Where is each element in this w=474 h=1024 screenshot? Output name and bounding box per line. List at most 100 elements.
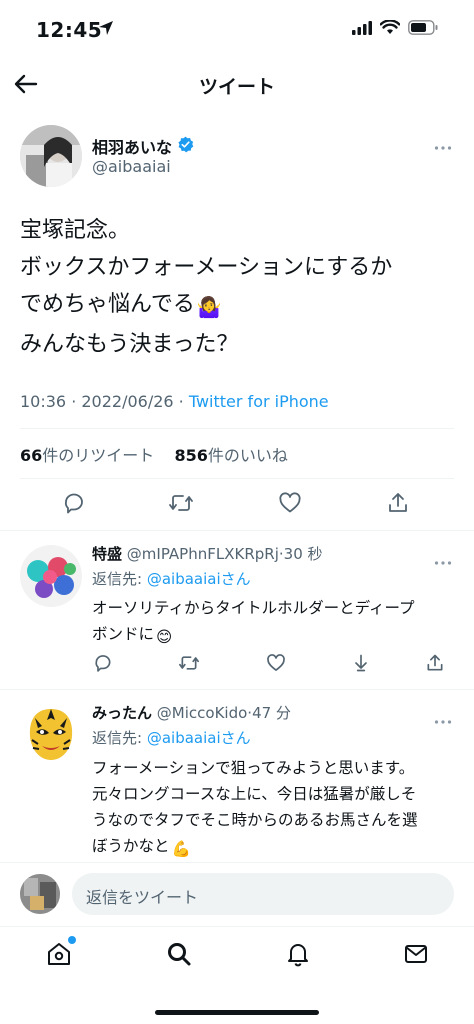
download-arrow-icon [355, 654, 367, 672]
heart-icon [267, 654, 285, 671]
reply-button[interactable] [92, 652, 114, 674]
retweet-button[interactable] [178, 652, 200, 674]
search-icon [168, 943, 191, 966]
reply-text-line: 元々ロングコースな上に、今日は猛暑が厳しそ [92, 785, 417, 803]
more-dots-icon [434, 146, 452, 150]
author-name-row[interactable]: 相羽あいな [92, 134, 194, 158]
like-count: 856 [174, 446, 208, 465]
status-icons [352, 19, 438, 39]
reply-tweet[interactable]: 特盛 @mIPAPhnFLXKRpRj·30 秒 返信先: @aibaaiaiさ… [0, 531, 474, 689]
tweet-source-link[interactable]: Twitter for iPhone [189, 392, 329, 411]
home-icon [48, 943, 70, 965]
tweet-stats: 66件のリツイート 856件のいいね [20, 442, 288, 466]
location-arrow-icon [98, 20, 114, 40]
reply-to-link[interactable]: @aibaaiaiさん [147, 570, 251, 588]
reply-author-handle[interactable]: @MiccoKido [157, 704, 247, 722]
reply-to-label: 返信先: [92, 570, 147, 588]
cellular-signal-icon [352, 20, 372, 39]
tab-search[interactable] [164, 939, 194, 969]
unmention-button[interactable] [350, 652, 372, 674]
tweet-text-line: ボックスかフォーメーションにするか [20, 255, 393, 280]
reply-icon [95, 655, 111, 672]
reply-avatar[interactable] [20, 704, 82, 766]
bottom-tab-bar [0, 926, 474, 1024]
reply-more-button[interactable] [434, 710, 452, 729]
reply-tweet[interactable]: みったん @MiccoKido·47 分 返信先: @aibaaiaiさん フォ… [0, 690, 474, 862]
status-time: 12:45 [36, 18, 103, 42]
share-button[interactable] [385, 490, 411, 516]
reply-author-name[interactable]: 特盛 [92, 545, 122, 563]
tab-notifications[interactable] [283, 939, 313, 969]
tweet-text: 宝塚記念。 ボックスかフォーメーションにするか でめちゃ悩んでる 🤷‍♀️ みんな… [20, 212, 460, 363]
retweet-label: 件のリツイート [42, 446, 155, 465]
tweet-text-line-body: でめちゃ悩んでる [20, 292, 195, 317]
share-icon [427, 654, 443, 671]
reply-author-name[interactable]: みったん [92, 704, 152, 722]
battery-icon [408, 20, 438, 39]
reply-text-line-body: ぼうかなと [92, 837, 170, 855]
person-shrugging-emoji-icon: 🤷‍♀️ [196, 295, 222, 319]
author-avatar[interactable] [20, 125, 82, 187]
more-dots-icon [434, 561, 452, 565]
more-options-button[interactable] [434, 136, 452, 155]
tweet-text-line: 宝塚記念。 [20, 218, 131, 243]
bell-icon [288, 944, 308, 967]
reply-to-link[interactable]: @aibaaiaiさん [147, 729, 251, 747]
like-label: 件のいいね [207, 446, 288, 465]
author-handle[interactable]: @aibaaiai [92, 157, 171, 176]
reply-to-line: 返信先: @aibaaiaiさん [92, 727, 251, 748]
reply-text-line: オーソリティからタイトルホルダーとディープ [92, 599, 415, 617]
notification-dot [68, 936, 76, 944]
compose-avatar [20, 874, 60, 914]
divider [20, 478, 454, 479]
reply-text-line: ぼうかなと 💪 [92, 833, 462, 862]
tweet-text-line: みんなもう決まった？ [20, 332, 239, 357]
reply-to-label: 返信先: [92, 729, 147, 747]
home-indicator [155, 1010, 319, 1015]
tweet-timestamp-row: 10:36 · 2022/06/26 · Twitter for iPhone [20, 392, 329, 411]
reply-header: みったん @MiccoKido·47 分 [92, 702, 291, 723]
reply-input[interactable]: 返信をツイート [72, 873, 454, 915]
like-button[interactable] [265, 652, 287, 674]
flexed-biceps-emoji-icon: 💪 [171, 840, 191, 858]
tab-messages[interactable] [401, 939, 431, 969]
like-button[interactable] [277, 490, 303, 516]
reply-actions [0, 652, 474, 676]
tweet-text-line: でめちゃ悩んでる 🤷‍♀️ [20, 286, 460, 326]
retweet-icon [178, 656, 199, 670]
wifi-icon [379, 19, 401, 39]
retweet-button[interactable] [168, 490, 194, 516]
reply-compose-bar: 返信をツイート [0, 862, 474, 926]
page-title: ツイート [198, 76, 275, 98]
reply-to-line: 返信先: @aibaaiaiさん [92, 568, 251, 589]
likes-stat[interactable]: 856件のいいね [174, 446, 287, 465]
reply-avatar[interactable] [20, 545, 82, 607]
share-button[interactable] [424, 652, 446, 674]
reply-icon [64, 493, 83, 514]
reply-text-line-body: ボンドに [92, 625, 155, 643]
smiling-face-emoji-icon: 😊 [156, 628, 173, 646]
share-icon [389, 493, 407, 512]
reply-author-handle[interactable]: @mIPAPhnFLXKRpRj [127, 545, 279, 563]
status-bar: 12:45 [0, 0, 474, 60]
reply-text-line: うなのでタフでそこ時からのあるお馬さんを選 [92, 811, 418, 829]
mail-icon [405, 945, 427, 963]
reply-text-line: ボンドに 😊 [92, 621, 462, 650]
top-navigation: ツイート [0, 60, 474, 108]
tweet-actions [0, 490, 474, 520]
reply-button[interactable] [61, 490, 87, 516]
retweets-stat[interactable]: 66件のリツイート [20, 446, 154, 465]
verified-badge-icon [177, 136, 194, 157]
author-name[interactable]: 相羽あいな [92, 134, 172, 158]
reply-text: オーソリティからタイトルホルダーとディープ ボンドに 😊 [92, 595, 462, 650]
reply-text: フォーメーションで狙ってみようと思います。 元々ロングコースな上に、今日は猛暑が… [92, 755, 462, 862]
more-dots-icon [434, 720, 452, 724]
tweet-timestamp: 10:36 · 2022/06/26 · [20, 392, 189, 411]
reply-time: 30 秒 [283, 545, 323, 563]
divider [20, 428, 454, 429]
reply-time: 47 分 [252, 704, 291, 722]
retweet-icon [169, 495, 193, 511]
heart-icon [279, 492, 301, 513]
reply-more-button[interactable] [434, 551, 452, 570]
tab-home[interactable] [44, 936, 76, 969]
